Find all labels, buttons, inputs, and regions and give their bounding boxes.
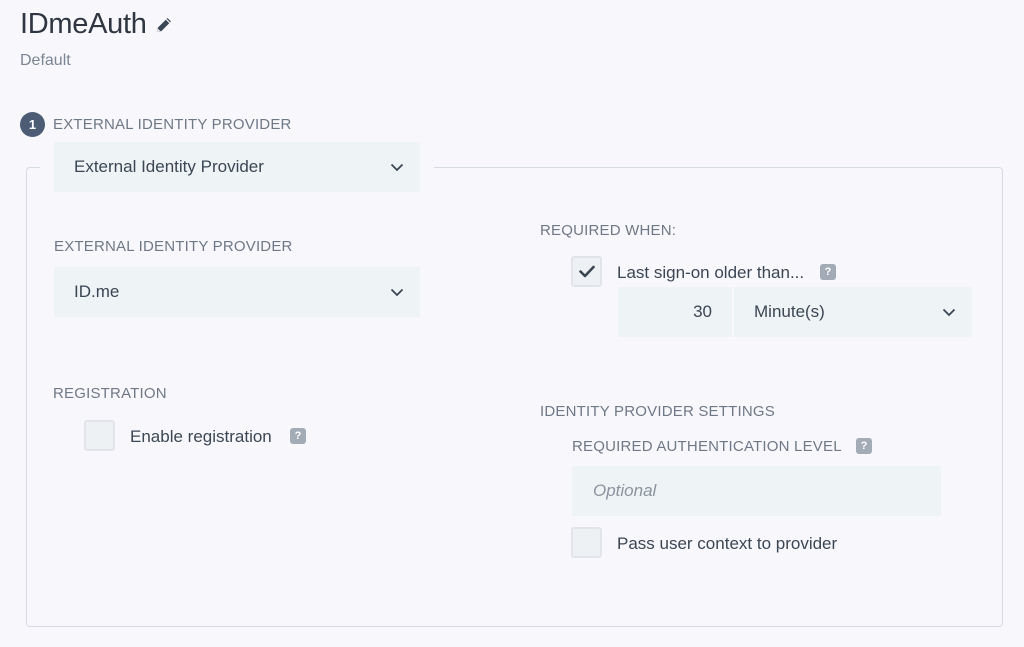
auth-level-placeholder: Optional [593,481,657,500]
chevron-down-icon [942,308,956,317]
page-subtitle: Default [20,52,71,69]
registration-label: REGISTRATION [53,385,167,402]
signon-age-input[interactable]: 30 [618,287,732,337]
help-icon[interactable]: ? [856,438,872,454]
step-header: 1 EXTERNAL IDENTITY PROVIDER [20,112,292,137]
chevron-down-icon [390,288,404,297]
provider-select[interactable]: ID.me [54,267,420,317]
time-unit-select[interactable]: Minute(s) [734,287,972,337]
auth-level-label: REQUIRED AUTHENTICATION LEVEL [572,438,842,455]
time-unit-value: Minute(s) [754,302,825,321]
step-panel [26,167,1003,627]
last-signon-label: Last sign-on older than... [617,263,805,282]
signon-age-value: 30 [693,302,712,321]
help-icon[interactable]: ? [290,428,306,444]
step-label: EXTERNAL IDENTITY PROVIDER [53,116,292,133]
chevron-down-icon [390,163,404,172]
pass-context-label: Pass user context to provider [617,534,838,553]
help-icon[interactable]: ? [820,264,836,280]
title-row: IDmeAuth [20,8,174,41]
idp-settings-label: IDENTITY PROVIDER SETTINGS [540,403,775,420]
action-type-select[interactable]: External Identity Provider [54,142,420,192]
provider-label: EXTERNAL IDENTITY PROVIDER [54,238,293,255]
enable-registration-label: Enable registration [130,427,272,446]
provider-value: ID.me [74,282,120,301]
checkmark-icon [578,265,595,278]
enable-registration-checkbox[interactable] [84,420,115,451]
step-number-badge: 1 [20,112,45,137]
page: IDmeAuth Default 1 EXTERNAL IDENTITY PRO… [0,0,1024,647]
action-type-value: External Identity Provider [74,157,264,176]
auth-level-input[interactable]: Optional [572,466,941,516]
required-when-label: REQUIRED WHEN: [540,222,677,239]
page-title: IDmeAuth [20,8,147,40]
edit-pencil-icon[interactable] [154,15,174,35]
pass-context-checkbox[interactable] [571,527,602,558]
last-signon-checkbox[interactable] [571,256,602,287]
